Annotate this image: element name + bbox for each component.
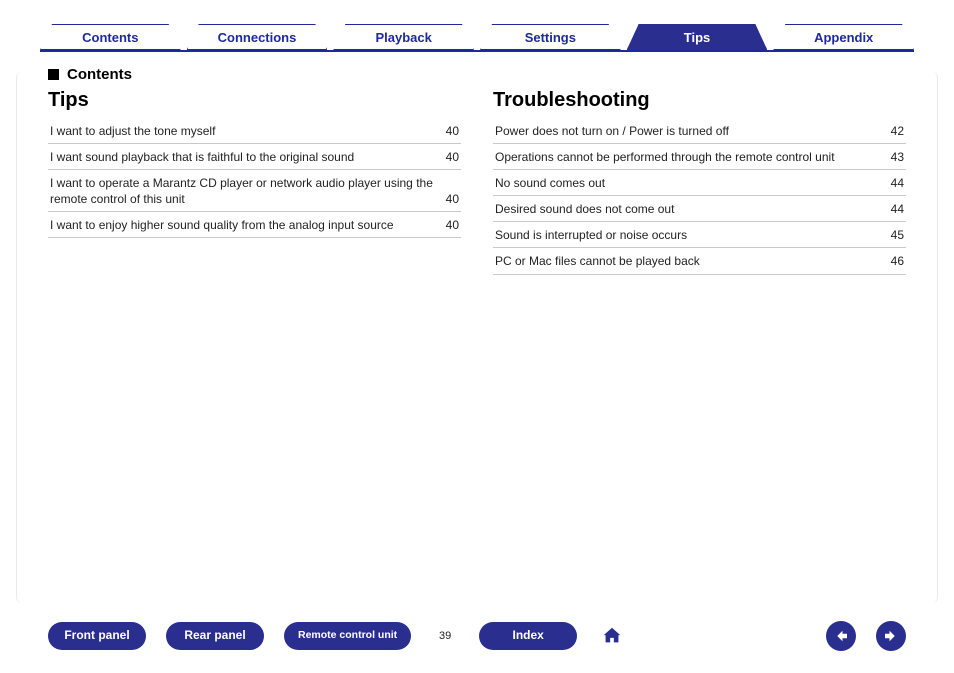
tab-appendix[interactable]: Appendix (773, 24, 914, 50)
toc-text: Sound is interrupted or noise occurs (495, 227, 879, 243)
toc-row[interactable]: Operations cannot be performed through t… (493, 144, 906, 170)
tips-column: Tips I want to adjust the tone myself 40… (48, 89, 461, 275)
troubleshooting-column: Troubleshooting Power does not turn on /… (493, 89, 906, 275)
arrow-right-icon (882, 627, 900, 645)
home-icon (601, 625, 623, 647)
toc-page: 44 (891, 175, 904, 191)
toc-page: 43 (891, 149, 904, 165)
page-number: 39 (431, 630, 459, 642)
contents-label-text: Contents (67, 66, 132, 83)
toc-text: Desired sound does not come out (495, 201, 879, 217)
toc-text: I want to enjoy higher sound quality fro… (50, 217, 434, 233)
index-button[interactable]: Index (479, 622, 577, 650)
toc-page: 44 (891, 201, 904, 217)
remote-control-button[interactable]: Remote control unit (284, 622, 411, 650)
prev-page-button[interactable] (826, 621, 856, 651)
toc-row[interactable]: PC or Mac files cannot be played back 46 (493, 248, 906, 274)
tab-contents[interactable]: Contents (40, 24, 181, 50)
tab-connections[interactable]: Connections (187, 24, 328, 50)
toc-row[interactable]: Desired sound does not come out 44 (493, 196, 906, 222)
toc-page: 42 (891, 123, 904, 139)
square-bullet-icon (48, 69, 59, 80)
toc-page: 45 (891, 227, 904, 243)
toc-row[interactable]: I want to enjoy higher sound quality fro… (48, 212, 461, 238)
toc-page: 46 (891, 253, 904, 269)
content-area: Contents Tips I want to adjust the tone … (0, 52, 954, 275)
toc-text: Power does not turn on / Power is turned… (495, 123, 879, 139)
arrow-left-icon (832, 627, 850, 645)
toc-row[interactable]: No sound comes out 44 (493, 170, 906, 196)
toc-row[interactable]: Sound is interrupted or noise occurs 45 (493, 222, 906, 248)
home-button[interactable] (597, 621, 627, 651)
tips-heading: Tips (48, 89, 461, 112)
front-panel-button[interactable]: Front panel (48, 622, 146, 650)
toc-text: No sound comes out (495, 175, 879, 191)
contents-label: Contents (48, 66, 906, 83)
bottom-bar: Front panel Rear panel Remote control un… (0, 621, 954, 651)
tab-settings[interactable]: Settings (480, 24, 621, 50)
toc-text: I want sound playback that is faithful t… (50, 149, 434, 165)
toc-text: PC or Mac files cannot be played back (495, 253, 879, 269)
troubleshooting-heading: Troubleshooting (493, 89, 906, 112)
toc-page: 40 (446, 149, 459, 165)
next-page-button[interactable] (876, 621, 906, 651)
toc-row[interactable]: I want to operate a Marantz CD player or… (48, 170, 461, 212)
toc-page: 40 (446, 123, 459, 139)
tab-playback[interactable]: Playback (333, 24, 474, 50)
toc-row[interactable]: I want to adjust the tone myself 40 (48, 118, 461, 144)
toc-row[interactable]: Power does not turn on / Power is turned… (493, 118, 906, 144)
tab-tips[interactable]: Tips (627, 24, 768, 50)
toc-text: I want to operate a Marantz CD player or… (50, 175, 434, 207)
toc-text: Operations cannot be performed through t… (495, 149, 879, 165)
toc-page: 40 (446, 191, 459, 207)
top-tabs: Contents Connections Playback Settings T… (0, 0, 954, 50)
toc-page: 40 (446, 217, 459, 233)
toc-row[interactable]: I want sound playback that is faithful t… (48, 144, 461, 170)
toc-text: I want to adjust the tone myself (50, 123, 434, 139)
rear-panel-button[interactable]: Rear panel (166, 622, 264, 650)
